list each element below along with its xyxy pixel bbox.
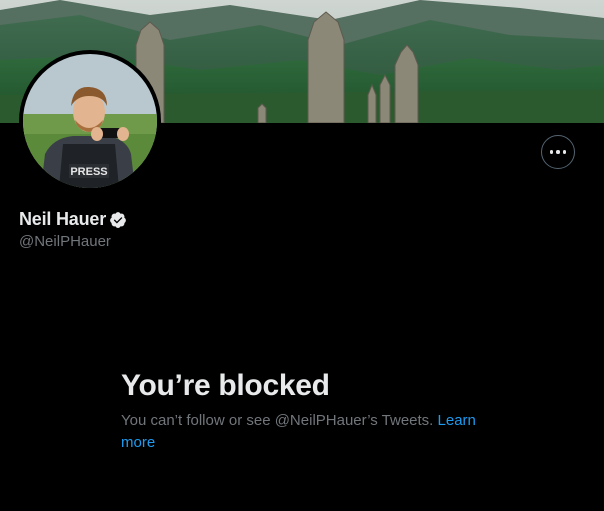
blocked-title: You’re blocked (121, 369, 330, 402)
profile-name-row: Neil Hauer (19, 209, 127, 230)
profile-avatar[interactable]: PRESS (19, 50, 161, 192)
press-badge-text: PRESS (70, 166, 107, 178)
verified-badge-icon[interactable] (109, 211, 127, 229)
profile-handle: @NeilPHauer (19, 233, 111, 250)
more-options-button[interactable] (541, 135, 575, 169)
blocked-message: You can’t follow or see @NeilPHauer’s Tw… (121, 410, 491, 454)
more-options-icon (549, 150, 567, 154)
profile-name: Neil Hauer (19, 209, 107, 229)
blocked-message-text: You can’t follow or see @NeilPHauer’s Tw… (121, 412, 434, 429)
